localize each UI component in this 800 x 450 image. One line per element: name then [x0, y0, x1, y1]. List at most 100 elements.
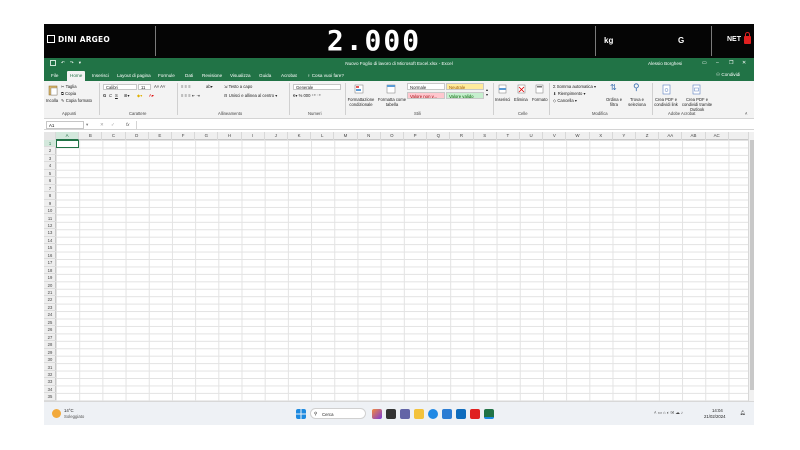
sort-filter-icon[interactable]: ⇅	[610, 83, 617, 92]
column-header-h[interactable]: H	[218, 132, 242, 140]
edge-icon[interactable]	[428, 409, 438, 419]
tab-help[interactable]: Guida	[256, 71, 274, 81]
row-header-16[interactable]: 16	[44, 252, 56, 260]
clock-date[interactable]: 21/02/2024	[704, 414, 726, 419]
find-select-button[interactable]: Trova e seleziona	[624, 97, 650, 107]
column-header-a[interactable]: A	[56, 132, 80, 140]
format-cells-icon[interactable]	[535, 84, 544, 94]
row-header-22[interactable]: 22	[44, 296, 56, 304]
teams-icon[interactable]	[400, 409, 410, 419]
row-header-7[interactable]: 7	[44, 185, 56, 193]
format-as-table-button[interactable]: Formatta come tabella	[377, 97, 407, 107]
widget-app-icon[interactable]	[372, 409, 382, 419]
column-header-i[interactable]: I	[242, 132, 265, 140]
row-header-33[interactable]: 33	[44, 378, 56, 386]
column-header-y[interactable]: Y	[613, 132, 636, 140]
taskbar-search-box[interactable]: ⚲ Cerca	[310, 408, 366, 419]
conditional-formatting-icon[interactable]	[354, 84, 364, 94]
column-header-l[interactable]: L	[311, 132, 335, 140]
font-name-dropdown[interactable]: Calibri	[103, 84, 137, 90]
insert-cells-icon[interactable]	[498, 84, 507, 94]
outlook-icon[interactable]	[456, 409, 466, 419]
notification-bell-icon[interactable]: 🔔︎	[740, 410, 745, 416]
align-left-icon[interactable]: ≡ ≡ ≡ ⇤ ⇥	[181, 93, 200, 98]
column-header-x[interactable]: X	[590, 132, 613, 140]
sort-filter-button[interactable]: Ordina e filtra	[603, 97, 625, 107]
tell-me-search[interactable]: ♀ Cosa vuoi fare?	[304, 71, 347, 81]
create-pdf-link-button[interactable]: Crea PDF e condividi link	[651, 97, 681, 107]
row-header-10[interactable]: 10	[44, 207, 56, 215]
select-all-corner[interactable]	[44, 132, 56, 140]
vertical-scrollbar[interactable]	[748, 132, 754, 407]
clear-button[interactable]: ◇ Cancella ▾	[553, 98, 577, 103]
restore-icon[interactable]: ❐	[729, 60, 733, 66]
tab-formulas[interactable]: Formule	[155, 71, 178, 81]
row-header-30[interactable]: 30	[44, 356, 56, 364]
row-header-5[interactable]: 5	[44, 170, 56, 178]
column-header-ac[interactable]: AC	[706, 132, 729, 140]
ribbon-display-icon[interactable]: ▭	[702, 60, 707, 66]
column-header-v[interactable]: V	[543, 132, 567, 140]
tab-data[interactable]: Dati	[182, 71, 196, 81]
row-header-20[interactable]: 20	[44, 282, 56, 289]
format-cells-button[interactable]: Formato	[532, 97, 548, 102]
column-header-u[interactable]: U	[520, 132, 544, 140]
conditional-formatting-button[interactable]: Formattazione condizionale	[346, 97, 376, 107]
row-header-14[interactable]: 14	[44, 237, 56, 245]
pdf-outlook-icon[interactable]	[692, 84, 701, 95]
store-icon[interactable]	[442, 409, 452, 419]
column-header-d[interactable]: D	[126, 132, 149, 140]
acrobat-icon[interactable]	[470, 409, 480, 419]
autosum-button[interactable]: Σ Somma automatica ▾	[553, 84, 596, 89]
user-name[interactable]: Alessio Borghesi	[648, 61, 682, 66]
align-top-icon[interactable]: ≡ ≡ ≡	[181, 84, 191, 89]
system-tray-icons[interactable]: ˄ ▭ ⌂ ◐ ✉ ☁ ♪	[654, 410, 683, 416]
wrap-text-button[interactable]: ⇲ Testo a capo	[224, 84, 252, 89]
format-painter-button[interactable]: ✎ Copia formato	[61, 98, 92, 103]
orientation-icon[interactable]: ab▾	[206, 84, 213, 89]
row-header-25[interactable]: 25	[44, 319, 56, 327]
name-box[interactable]: A1	[46, 121, 84, 129]
styles-more-icon[interactable]: ▴ ▾	[486, 87, 488, 97]
number-format-dropdown[interactable]: Generale	[293, 84, 341, 90]
insert-function-button[interactable]: fx	[126, 122, 129, 127]
row-header-11[interactable]: 11	[44, 215, 56, 222]
row-header-8[interactable]: 8	[44, 192, 56, 200]
row-header-26[interactable]: 26	[44, 326, 56, 334]
weather-desc[interactable]: Soleggiato	[64, 414, 84, 419]
row-header-3[interactable]: 3	[44, 155, 56, 163]
column-header-n[interactable]: N	[358, 132, 381, 140]
formula-input[interactable]	[136, 121, 748, 129]
row-header-17[interactable]: 17	[44, 259, 56, 267]
row-header-29[interactable]: 29	[44, 349, 56, 357]
row-header-24[interactable]: 24	[44, 311, 56, 319]
tab-page-layout[interactable]: Layout di pagina	[114, 71, 154, 81]
row-header-32[interactable]: 32	[44, 371, 56, 379]
sun-icon[interactable]	[52, 409, 61, 418]
grow-font-icon[interactable]: A˄ A˅	[154, 84, 165, 89]
find-icon[interactable]: ⚲	[633, 82, 640, 93]
row-header-28[interactable]: 28	[44, 341, 56, 349]
row-header-4[interactable]: 4	[44, 162, 56, 170]
delete-cells-icon[interactable]	[517, 84, 526, 94]
paste-icon[interactable]	[48, 84, 58, 96]
column-header-k[interactable]: K	[288, 132, 312, 140]
row-header-6[interactable]: 6	[44, 177, 56, 185]
active-cell-a1[interactable]	[56, 140, 79, 148]
merge-center-button[interactable]: ⊟ Unisci e allinea al centro ▾	[224, 93, 277, 98]
minimize-icon[interactable]: –	[716, 60, 719, 66]
close-icon[interactable]: ✕	[742, 60, 746, 66]
style-good[interactable]: Valore valido	[446, 92, 484, 99]
row-header-31[interactable]: 31	[44, 364, 56, 371]
column-header-m[interactable]: M	[334, 132, 358, 140]
column-header-b[interactable]: B	[79, 132, 103, 140]
font-size-dropdown[interactable]: 11	[138, 84, 151, 90]
underline-button[interactable]: S	[115, 93, 118, 98]
column-header-ab[interactable]: AB	[682, 132, 706, 140]
row-header-27[interactable]: 27	[44, 334, 56, 342]
column-header-s[interactable]: S	[474, 132, 497, 140]
tab-insert[interactable]: Inserisci	[89, 71, 112, 81]
format-as-table-icon[interactable]	[386, 84, 396, 94]
row-header-9[interactable]: 9	[44, 200, 56, 208]
pdf-link-icon[interactable]	[662, 84, 671, 95]
